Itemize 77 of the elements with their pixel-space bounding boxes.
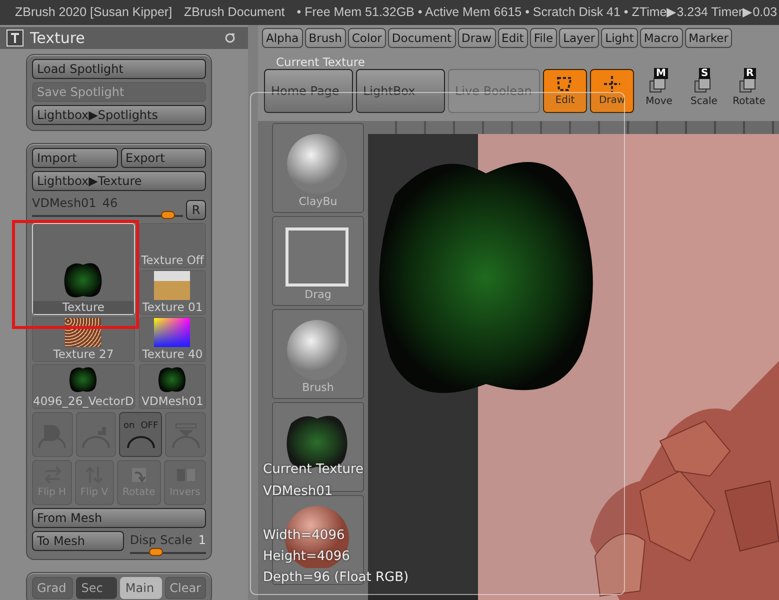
transform-tool-button[interactable]: S Scale	[682, 69, 726, 113]
mode-button[interactable]: Edit	[543, 69, 587, 113]
shelf-label: Brush	[302, 380, 334, 396]
texture-label: Texture	[33, 301, 134, 314]
shelf-label: ClayBu	[298, 194, 338, 210]
slider-label: VDMesh01	[32, 195, 96, 212]
switch-on-label: on	[123, 420, 135, 433]
transform-tool-button[interactable]: R Rotate	[727, 69, 771, 113]
document-title: ZBrush Document	[184, 4, 285, 22]
color-swatch[interactable]: Sec	[76, 577, 118, 599]
crosshair-icon	[602, 74, 622, 92]
texture-tile[interactable]: VDMesh01	[138, 364, 206, 409]
texture-tile[interactable]: Texture 27	[32, 317, 135, 362]
shelf-title: Current Texture	[275, 54, 366, 69]
spotlight-button[interactable]: Lightbox▶Spotlights	[32, 105, 206, 125]
reset-button[interactable]: R	[186, 200, 206, 220]
disp-scale-thumb[interactable]	[149, 548, 164, 556]
menu-button[interactable]: Marker	[684, 28, 732, 48]
clear-button[interactable]: Clear	[164, 577, 206, 599]
spotlight-button[interactable]: Load Spotlight	[32, 59, 206, 79]
export-button[interactable]: Export	[120, 148, 206, 168]
import-button[interactable]: Import	[32, 148, 118, 168]
texture-label: Texture 27	[53, 348, 114, 361]
texture-thumbnail	[62, 260, 104, 300]
transform-tool-button[interactable]: M Move	[637, 69, 681, 113]
shortcut-key: S	[699, 68, 710, 79]
shelf-item[interactable]: Brush	[272, 309, 364, 399]
texture-tile[interactable]: Texture 40	[138, 317, 206, 362]
menu-button[interactable]: Document	[388, 28, 456, 48]
texture-label: Texture 40	[142, 348, 203, 361]
menu-button[interactable]: Layer	[559, 28, 600, 48]
gradient-button[interactable]: Grad	[32, 577, 74, 599]
preview-name: VDMesh01	[263, 483, 333, 501]
texture-tile[interactable]: 4096_26_VectorD	[32, 364, 135, 409]
switch-off-label: OFF	[140, 420, 158, 433]
texture-tile[interactable]: Texture Off	[138, 223, 206, 268]
memory-status: • Free Mem 51.32GB • Active Mem 6615 • Scratch Disk 41 • ZTime▶3.234 Timer▶0.03	[296, 4, 778, 22]
color-spectrum-thumbnail	[154, 318, 190, 347]
preview-detail: Height=4096	[263, 548, 350, 566]
lightbox-button[interactable]: Lightbox▶Texture	[32, 171, 206, 191]
disp-scale-value: 1	[198, 532, 206, 549]
noise-texture-thumbnail	[65, 318, 102, 347]
preview-title: Current Texture	[263, 461, 364, 479]
shelf-item[interactable]: ClayBu	[272, 123, 364, 213]
menu-button[interactable]: Edit	[498, 28, 528, 48]
menu-button[interactable]: Light	[601, 28, 638, 48]
photo-placeholder	[154, 271, 190, 300]
rectangle-brush-icon	[283, 225, 351, 289]
disp-scale-label: Disp Scale	[130, 532, 192, 549]
preview-detail: Depth=96 (Float RGB)	[263, 569, 409, 587]
texture-label: VDMesh01	[142, 395, 204, 408]
shelf-item[interactable]: Drag	[272, 216, 364, 306]
texture-tile[interactable]: Texture	[32, 223, 135, 315]
from-mesh-button[interactable]: From Mesh	[32, 508, 206, 528]
refresh-icon	[224, 32, 236, 44]
texture-tile[interactable]: Texture 01	[138, 270, 206, 315]
to-mesh-button[interactable]: To Mesh	[32, 531, 124, 551]
texture-label: Texture Off	[141, 254, 204, 267]
slider-thumb[interactable]	[161, 211, 176, 219]
texture-label: 4096_26_VectorD	[33, 395, 134, 408]
shelf-label: Drag	[304, 286, 332, 302]
texture-palette-icon	[6, 29, 24, 47]
palette-title: Texture	[30, 28, 86, 49]
menu-button[interactable]: Color	[348, 28, 386, 48]
switch-dial-icon	[124, 433, 157, 450]
menu-button[interactable]: Macro	[640, 28, 683, 48]
color-swatch[interactable]: Main	[120, 577, 162, 599]
slider-value: 46	[102, 195, 118, 212]
shortcut-key: R	[744, 68, 756, 79]
shortcut-key: M	[654, 68, 668, 79]
menu-button[interactable]: Brush	[304, 28, 346, 48]
menu-button[interactable]: File	[530, 28, 558, 48]
menu-button[interactable]: Draw	[458, 28, 496, 48]
texture-label: Texture 01	[142, 301, 203, 314]
dial-button[interactable]: on OFF	[119, 412, 162, 457]
menu-button[interactable]: Alpha	[262, 28, 303, 48]
app-title: ZBrush 2020 [Susan Kipper]	[15, 4, 172, 22]
